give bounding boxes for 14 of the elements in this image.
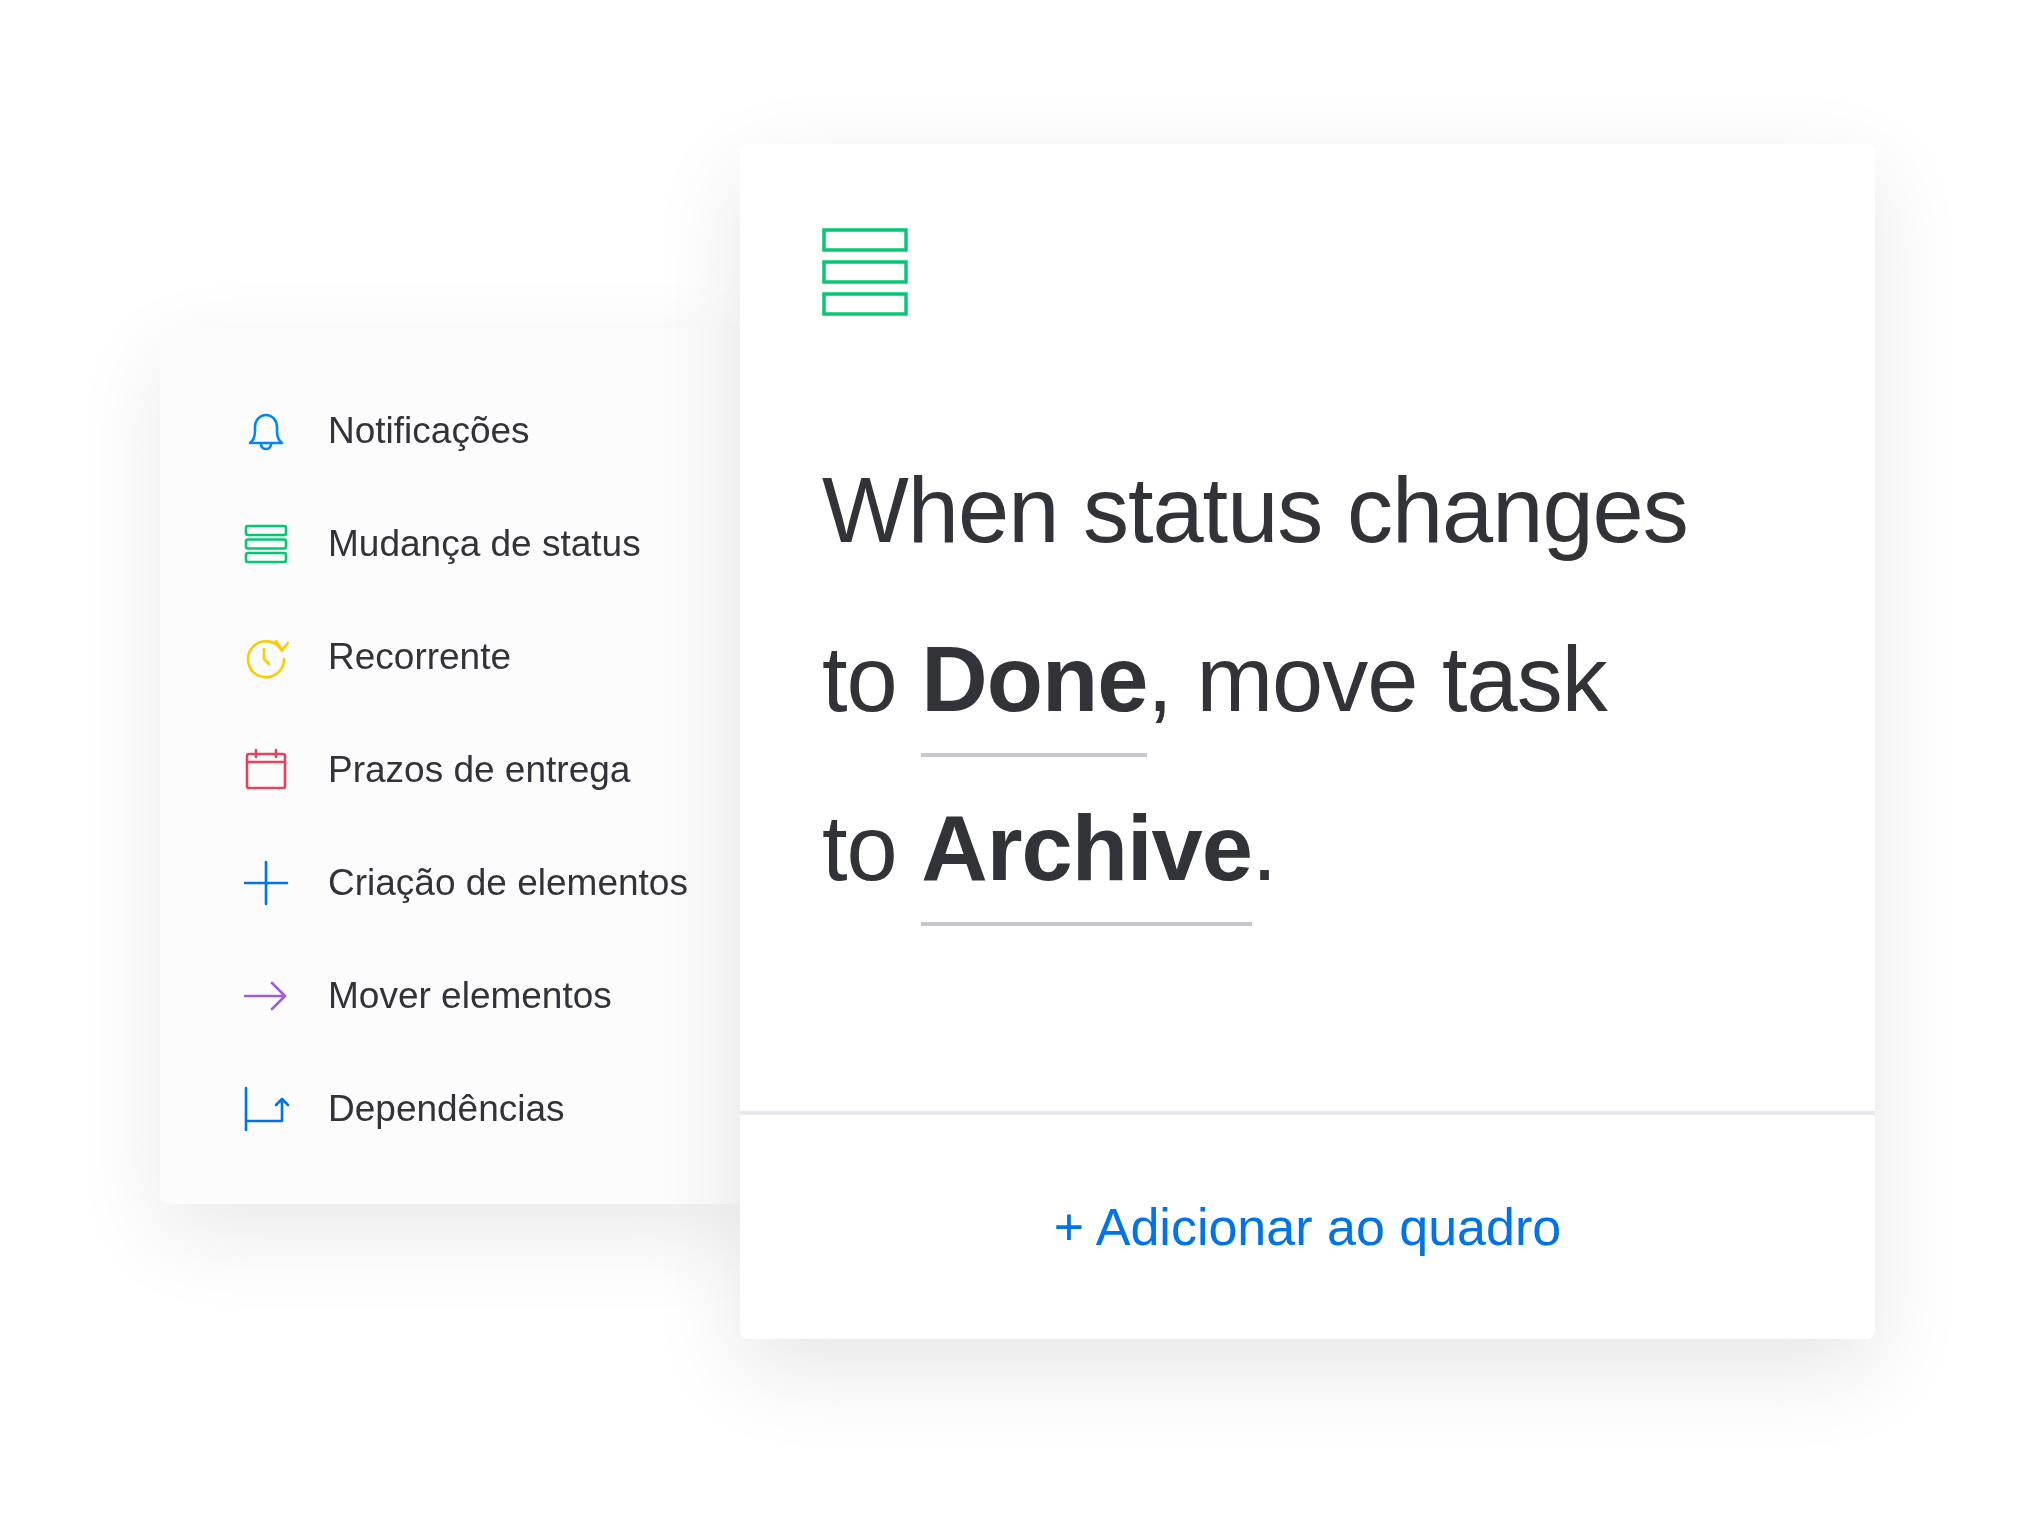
rule-field[interactable]: Archive — [921, 798, 1252, 926]
plus-icon — [242, 858, 290, 907]
trigger-item[interactable]: Mover elementos — [160, 939, 740, 1052]
trigger-item[interactable]: Criação de elementos — [160, 826, 740, 939]
trigger-item[interactable]: Mudança de status — [160, 487, 740, 600]
status-icon — [822, 228, 908, 316]
trigger-item[interactable]: Notificações — [160, 374, 740, 487]
trigger-item[interactable]: Prazos de entrega — [160, 713, 740, 826]
trigger-item[interactable]: Recorrente — [160, 600, 740, 713]
dependency-icon — [242, 1084, 290, 1133]
trigger-item[interactable]: Dependências — [160, 1052, 740, 1165]
rule-field[interactable]: Done — [921, 629, 1148, 757]
add-to-board-button[interactable]: + Adicionar ao quadro — [1053, 1188, 1562, 1266]
rule-sentence: When status changes to Done, move task to Archive. — [822, 426, 1875, 933]
